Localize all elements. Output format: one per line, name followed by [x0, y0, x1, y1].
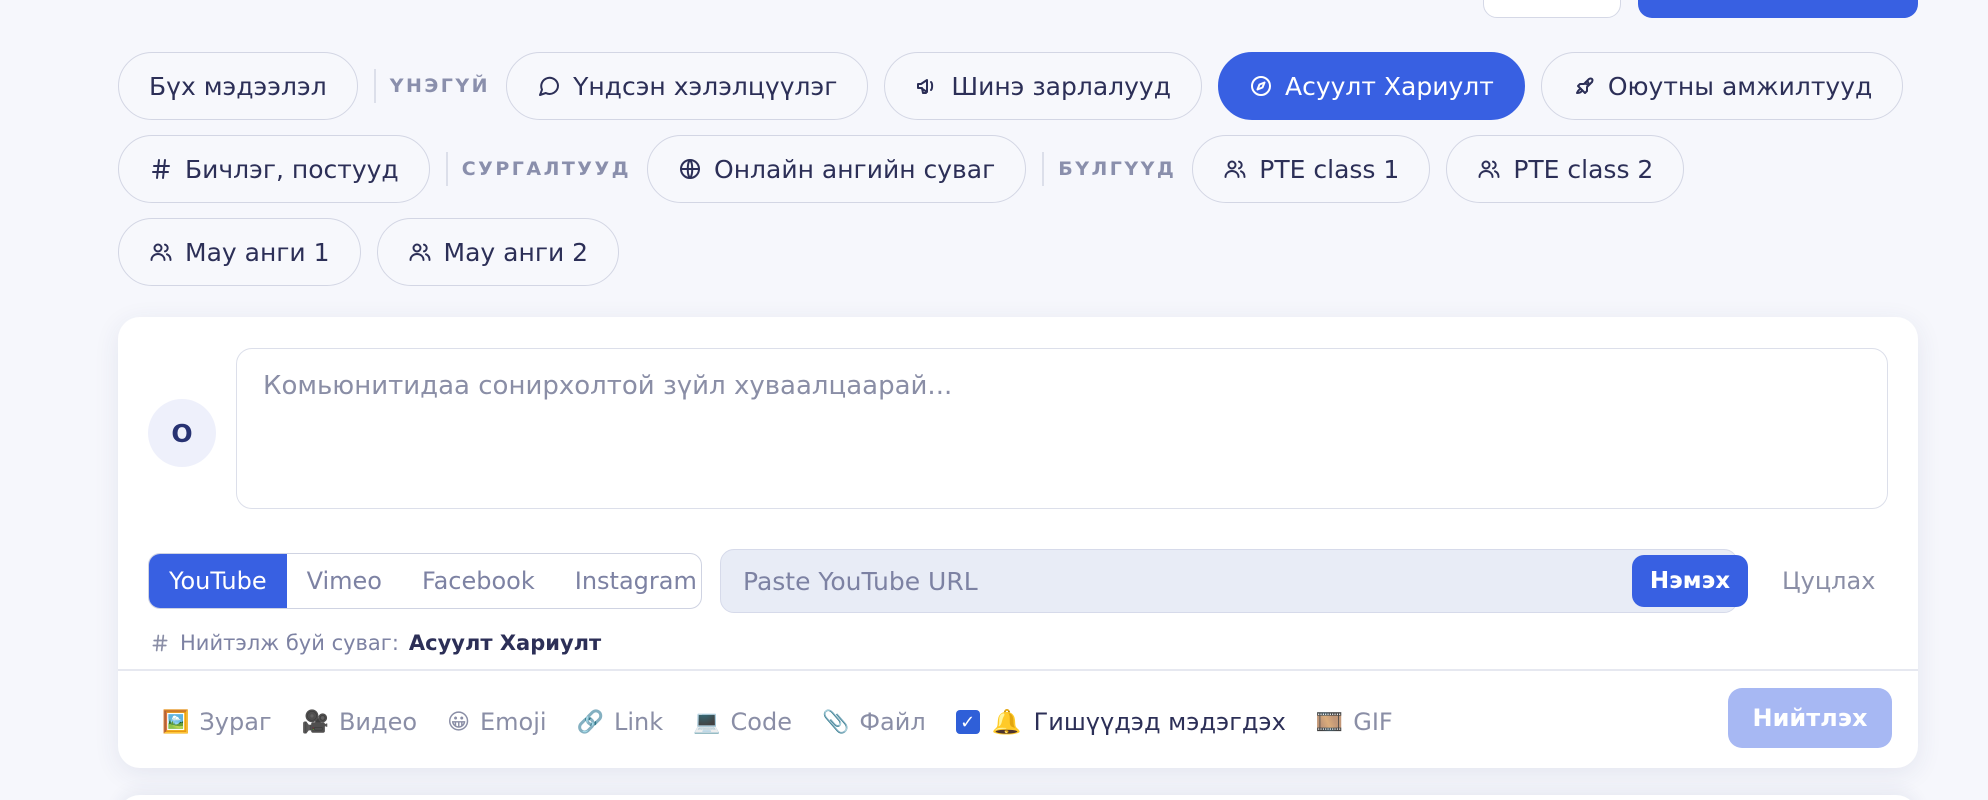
- bell-icon: 🔔: [991, 708, 1022, 736]
- top-primary-button[interactable]: [1638, 0, 1918, 18]
- video-source-instagram[interactable]: Instagram: [555, 554, 701, 608]
- hash-icon: [152, 159, 170, 179]
- channel-онлайн-ангийн-суваг[interactable]: Онлайн ангийн суваг: [647, 135, 1027, 203]
- channel-group-label-text: СУРГАЛТУУД: [461, 158, 632, 180]
- file-tool[interactable]: 📎 Файл: [822, 708, 926, 736]
- video-tool-label: Видео: [338, 708, 418, 736]
- channel-filter-bar: Бүх мэдээлэл ҮНЭГҮЙ Үндсэн хэлэлцүүлэг Шинэ…: [118, 52, 1918, 286]
- image-icon: 🖼️: [162, 709, 190, 735]
- notify-checkbox[interactable]: ✓: [955, 710, 980, 734]
- post-textarea[interactable]: Комьюнитидаа сонирхолтой зүйл хуваалцаар…: [236, 348, 1888, 509]
- channel-pte-class-2-label: PTE class 2: [1513, 154, 1654, 184]
- users-icon: [1478, 160, 1500, 178]
- channel-all[interactable]: Бүх мэдээлэл: [118, 52, 358, 120]
- channel-шинэ-зарлалууд[interactable]: Шинэ зарлалууд: [884, 52, 1202, 120]
- channel-оюутны-амжилтууд[interactable]: Оюутны амжилтууд: [1540, 52, 1904, 120]
- channel-бичлэг-постууд[interactable]: Бичлэг, постууд: [118, 135, 430, 203]
- gif-tool[interactable]: 🎞️ GIF: [1316, 708, 1393, 736]
- divider: [118, 669, 1918, 671]
- cancel-video-button[interactable]: Цуцлах: [1782, 555, 1875, 607]
- posting-in-label: Нийтэлж буй суваг:: [180, 631, 399, 655]
- video-url-placeholder: Paste YouTube URL: [743, 566, 978, 596]
- video-url-input[interactable]: Paste YouTube URL: [720, 549, 1738, 613]
- group-divider: [445, 152, 448, 186]
- image-tool[interactable]: 🖼️ Зураг: [162, 708, 272, 736]
- notify-label: Гишүүдэд мэдэгдэх: [1033, 708, 1286, 736]
- emoji-icon: 😀: [447, 709, 470, 735]
- link-tool[interactable]: 🔗 Link: [577, 708, 664, 736]
- posting-in-info: Нийтэлж буй суваг: Асуулт Хариулт: [150, 631, 601, 655]
- file-tool-label: Файл: [859, 708, 926, 736]
- channel-may-анги-2-label: May анги 2: [443, 237, 589, 267]
- video-source-facebook[interactable]: Facebook: [402, 554, 555, 608]
- compass-icon: [1251, 76, 1271, 96]
- next-post-card: [118, 795, 1918, 800]
- channel-group-label-text: БҮЛГҮҮД: [1058, 158, 1177, 180]
- link-icon: 🔗: [576, 709, 604, 735]
- top-secondary-button[interactable]: [1483, 0, 1621, 18]
- link-tool-label: Link: [613, 708, 664, 736]
- channel-асуулт-хариулт[interactable]: Асуулт Хариулт: [1218, 52, 1525, 120]
- channel-асуулт-хариулт-label: Асуулт Хариулт: [1285, 71, 1494, 101]
- video-icon: 🎥: [301, 709, 329, 735]
- channel-бичлэг-постууд-label: Бичлэг, постууд: [185, 154, 399, 184]
- code-tool[interactable]: 💻 Code: [693, 708, 792, 736]
- posting-in-channel: Асуулт Хариулт: [408, 631, 602, 655]
- globe-icon: [680, 159, 701, 179]
- clapperboard-icon: 🎞️: [1315, 709, 1344, 735]
- group-divider: [1042, 152, 1045, 186]
- users-icon: [150, 243, 172, 261]
- composer-toolbar: 🖼️ Зураг 🎥 Видео 😀 Emoji 🔗 Link 💻 Code 📎 Файл ✓ 🔔 Г…: [162, 692, 1393, 752]
- rocket-icon: [1575, 77, 1594, 94]
- video-source-youtube[interactable]: YouTube: [149, 554, 287, 608]
- emoji-tool[interactable]: 😀 Emoji: [447, 708, 547, 736]
- add-video-button[interactable]: Нэмэх: [1632, 555, 1748, 607]
- notify-members-toggle[interactable]: ✓ 🔔 Гишүүдэд мэдэгдэх: [955, 708, 1286, 736]
- channel-pte-class-1-label: PTE class 1: [1259, 154, 1400, 184]
- channel-pte-class-1[interactable]: PTE class 1: [1192, 135, 1431, 203]
- video-source-selector: YouTube Vimeo Facebook Instagram: [148, 553, 702, 609]
- channel-үндсэн-хэлэлцүүлэг-label: Үндсэн хэлэлцүүлэг: [573, 71, 838, 101]
- megaphone-icon: [917, 79, 934, 94]
- image-tool-label: Зураг: [199, 708, 272, 736]
- channel-group-label: СУРГАЛТУУД: [445, 152, 632, 186]
- channel-may-анги-1-label: May анги 1: [185, 237, 330, 267]
- channel-үндсэн-хэлэлцүүлэг[interactable]: Үндсэн хэлэлцүүлэг: [506, 52, 869, 120]
- code-icon: 💻: [693, 709, 721, 735]
- publish-button[interactable]: Нийтлэх: [1728, 688, 1892, 748]
- channel-may-анги-1[interactable]: May анги 1: [118, 218, 361, 286]
- video-source-vimeo[interactable]: Vimeo: [287, 554, 402, 608]
- group-divider: [373, 69, 376, 103]
- chat-bubble-icon: [539, 76, 560, 96]
- users-icon: [1224, 160, 1246, 178]
- hash-icon: [152, 634, 168, 652]
- channel-may-анги-2[interactable]: May анги 2: [376, 218, 620, 286]
- post-placeholder: Комьюнитидаа сонирхолтой зүйл хуваалцаар…: [263, 371, 953, 401]
- users-icon: [409, 243, 431, 261]
- video-tool[interactable]: 🎥 Видео: [302, 708, 418, 736]
- channel-all-label: Бүх мэдээлэл: [149, 71, 327, 101]
- channel-pte-class-2[interactable]: PTE class 2: [1446, 135, 1685, 203]
- gif-label: GIF: [1353, 708, 1393, 736]
- avatar: O: [148, 399, 216, 467]
- channel-group-label: БҮЛГҮҮД: [1042, 152, 1176, 186]
- channel-group-label-text: ҮНЭГҮЙ: [389, 75, 491, 97]
- channel-онлайн-ангийн-суваг-label: Онлайн ангийн суваг: [714, 154, 996, 184]
- channel-шинэ-зарлалууд-label: Шинэ зарлалууд: [951, 71, 1171, 101]
- channel-group-label: ҮНЭГҮЙ: [373, 69, 491, 103]
- file-icon: 📎: [821, 709, 850, 735]
- emoji-tool-label: Emoji: [480, 708, 547, 736]
- code-tool-label: Code: [730, 708, 792, 736]
- channel-оюутны-амжилтууд-label: Оюутны амжилтууд: [1607, 71, 1873, 101]
- post-composer: O Комьюнитидаа сонирхолтой зүйл хуваалца…: [118, 317, 1918, 768]
